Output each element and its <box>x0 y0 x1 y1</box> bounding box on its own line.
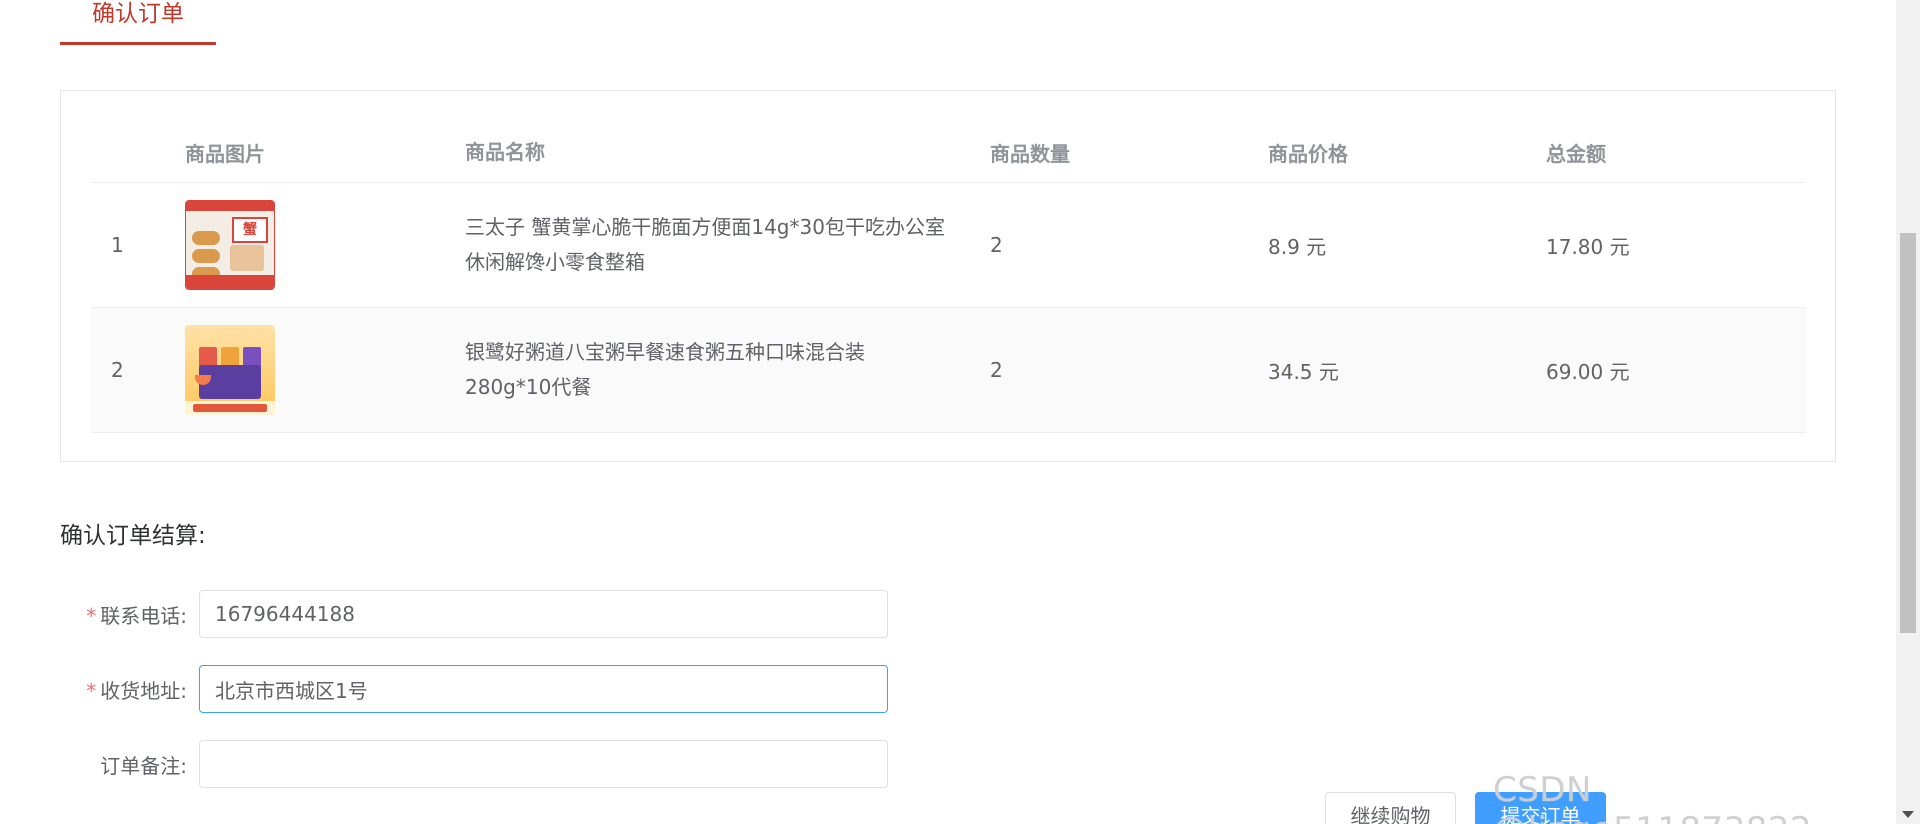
remark-field[interactable] <box>199 740 888 788</box>
product-quantity: 2 <box>990 233 1003 257</box>
phone-label-text: 联系电话: <box>100 603 187 628</box>
address-form-item: * 收货地址: <box>60 665 888 713</box>
scroll-down-arrow-icon[interactable] <box>1902 811 1914 818</box>
table-row: 1 蟹 三太子 蟹黄掌心脆干脆面方便面14g*30包干吃办公室休闲解馋小零食整箱… <box>91 183 1806 308</box>
phone-form-item: * 联系电话: <box>60 590 888 638</box>
header-quantity: 商品数量 <box>990 141 1070 166</box>
product-total: 69.00 元 <box>1546 359 1630 384</box>
header-name: 商品名称 <box>465 139 545 164</box>
order-items-card: 商品图片 商品名称 商品数量 商品价格 总金额 1 蟹 三太子 蟹黄掌心脆干脆面… <box>60 90 1836 462</box>
vertical-scrollbar[interactable] <box>1896 0 1920 824</box>
required-asterisk: * <box>86 678 97 703</box>
address-label: * 收货地址: <box>60 675 199 704</box>
phone-field[interactable] <box>199 590 888 638</box>
header-image: 商品图片 <box>185 141 265 166</box>
row-image-cell <box>185 325 465 415</box>
watermark-text: CSDN @linge511873822 <box>1493 770 1812 824</box>
product-image[interactable]: 蟹 <box>185 200 275 290</box>
header-total: 总金额 <box>1546 141 1606 166</box>
header-price: 商品价格 <box>1268 141 1348 166</box>
row-index: 1 <box>111 233 124 257</box>
phone-label: * 联系电话: <box>60 600 199 629</box>
row-image-cell: 蟹 <box>185 200 465 290</box>
remark-label: 订单备注: <box>100 753 187 778</box>
checkout-section-title: 确认订单结算: <box>60 523 206 549</box>
address-field[interactable] <box>199 665 888 713</box>
product-price: 34.5 元 <box>1268 359 1339 384</box>
product-total: 17.80 元 <box>1546 234 1630 259</box>
row-index: 2 <box>111 358 124 382</box>
address-label-text: 收货地址: <box>100 678 187 703</box>
table-row: 2 银鹭好粥道八宝粥早餐速食粥五种口味混合装280g*10代餐 2 34.5 元 <box>91 308 1806 433</box>
product-quantity: 2 <box>990 358 1003 382</box>
table-header: 商品图片 商品名称 商品数量 商品价格 总金额 <box>91 122 1806 183</box>
product-name: 三太子 蟹黄掌心脆干脆面方便面14g*30包干吃办公室休闲解馋小零食整箱 <box>465 215 945 274</box>
continue-shopping-button[interactable]: 继续购物 <box>1325 792 1456 824</box>
product-price: 8.9 元 <box>1268 234 1327 259</box>
scrollbar-thumb[interactable] <box>1900 233 1916 633</box>
remark-form-item: 订单备注: <box>60 740 888 788</box>
order-items-table: 商品图片 商品名称 商品数量 商品价格 总金额 1 蟹 三太子 蟹黄掌心脆干脆面… <box>91 122 1806 433</box>
product-name: 银鹭好粥道八宝粥早餐速食粥五种口味混合装280g*10代餐 <box>465 340 865 399</box>
page: 确认订单 商品图片 商品名称 商品数量 商品价格 总金额 1 蟹 三太子 蟹黄掌… <box>0 0 1920 824</box>
required-asterisk: * <box>86 603 97 628</box>
tab-confirm-order[interactable]: 确认订单 <box>60 0 216 45</box>
product-image[interactable] <box>185 325 275 415</box>
